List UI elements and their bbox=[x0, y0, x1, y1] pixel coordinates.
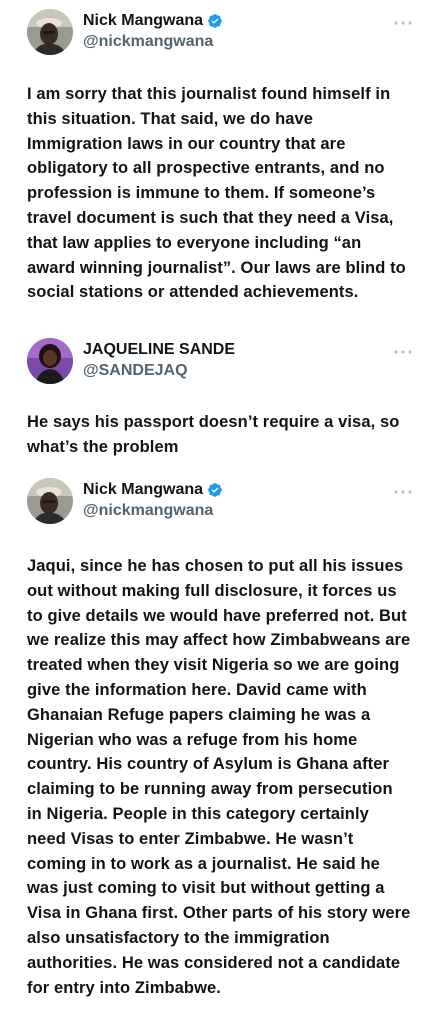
handle[interactable]: @SANDEJAQ bbox=[83, 362, 235, 380]
display-name[interactable]: Nick Mangwana bbox=[83, 12, 203, 30]
verified-badge-icon bbox=[207, 13, 223, 29]
profile-photo-icon bbox=[27, 478, 73, 524]
profile-photo-icon bbox=[27, 338, 73, 384]
display-name[interactable]: JAQUELINE SANDE bbox=[83, 341, 235, 359]
avatar[interactable] bbox=[27, 9, 73, 55]
tweet-2[interactable]: JAQUELINE SANDE @SANDEJAQ He says his pa… bbox=[0, 338, 429, 460]
profile-photo-icon bbox=[27, 9, 73, 55]
tweet-author: Nick Mangwana @nickmangwana bbox=[83, 480, 223, 520]
more-horizontal-icon[interactable] bbox=[391, 484, 415, 500]
tweet-text: He says his passport doesn’t require a v… bbox=[27, 413, 400, 456]
more-horizontal-icon[interactable] bbox=[391, 344, 415, 360]
tweet-text: I am sorry that this journalist found hi… bbox=[27, 85, 406, 302]
handle[interactable]: @nickmangwana bbox=[83, 502, 223, 520]
tweet-header: Nick Mangwana @nickmangwana bbox=[27, 478, 415, 526]
display-name[interactable]: Nick Mangwana bbox=[83, 481, 203, 499]
tweet-1[interactable]: Nick Mangwana @nickmangwana I am sorry t… bbox=[0, 9, 429, 305]
tweet-header: JAQUELINE SANDE @SANDEJAQ bbox=[27, 338, 415, 386]
tweet-header: Nick Mangwana @nickmangwana bbox=[27, 9, 415, 57]
tweet-author: JAQUELINE SANDE @SANDEJAQ bbox=[83, 340, 235, 380]
avatar[interactable] bbox=[27, 338, 73, 384]
tweet-text: Jaqui, since he has chosen to put all hi… bbox=[27, 557, 411, 997]
more-horizontal-icon[interactable] bbox=[391, 15, 415, 31]
handle[interactable]: @nickmangwana bbox=[83, 33, 223, 51]
verified-badge-icon bbox=[207, 482, 223, 498]
avatar[interactable] bbox=[27, 478, 73, 524]
tweet-3[interactable]: Nick Mangwana @nickmangwana Jaqui, since… bbox=[0, 478, 429, 1000]
tweet-author: Nick Mangwana @nickmangwana bbox=[83, 11, 223, 51]
